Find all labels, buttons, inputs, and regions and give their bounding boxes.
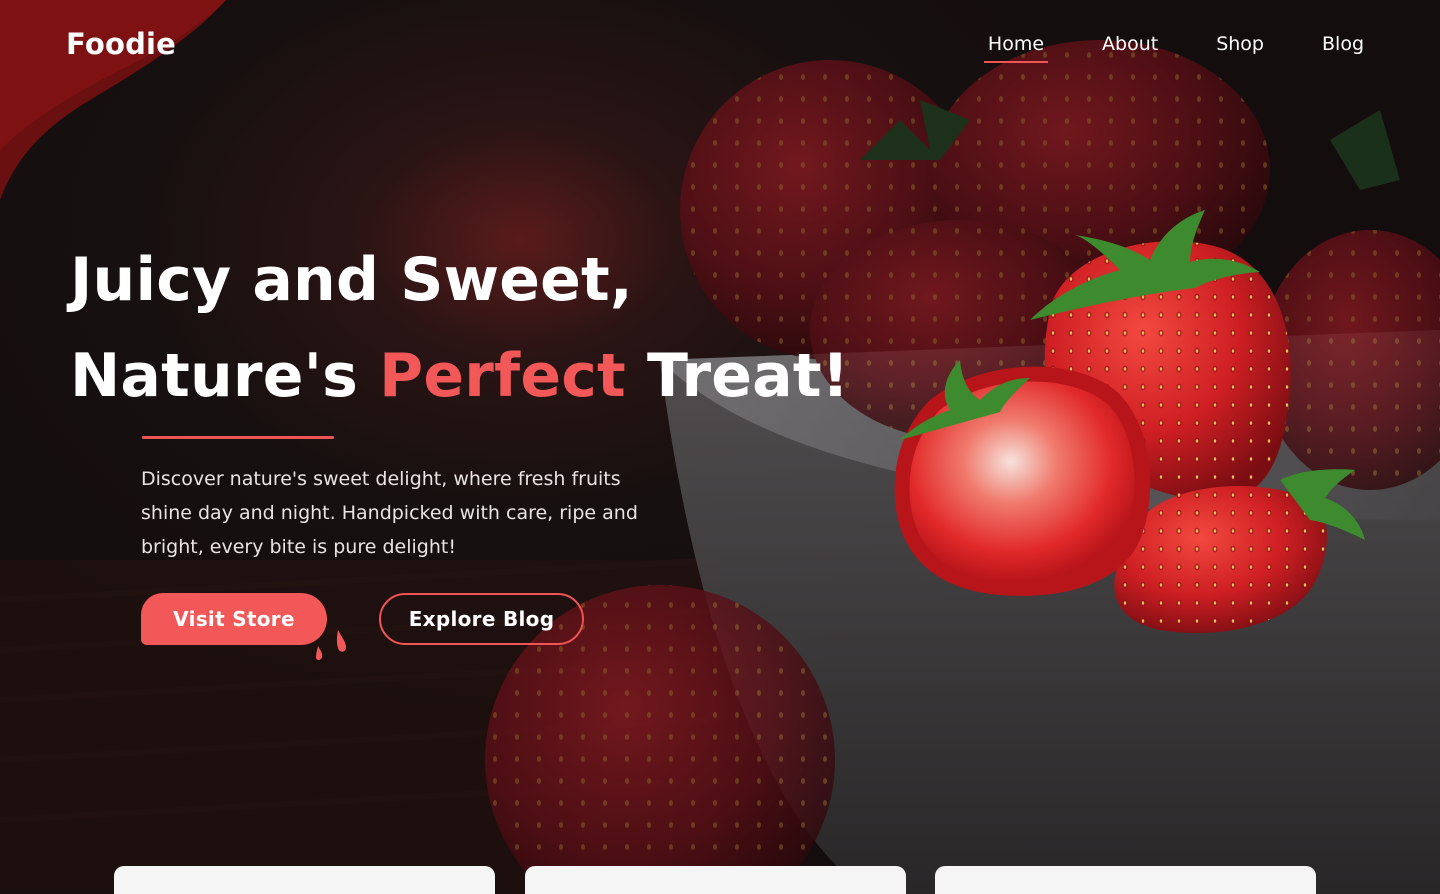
hero-headline: Juicy and Sweet, Nature's Perfect Treat! [70,232,849,424]
top-navigation: Foodie Home About Shop Blog [0,0,1440,92]
nav-link-home[interactable]: Home [983,33,1049,63]
hero-description: Discover nature's sweet delight, where f… [141,468,638,558]
drip-decoration [316,630,346,660]
feature-card-3[interactable] [935,866,1316,894]
nav-link-shop[interactable]: Shop [1212,33,1268,63]
nav-link-about[interactable]: About [1098,33,1162,63]
nav-link-blog[interactable]: Blog [1318,33,1368,63]
feature-card-2[interactable] [525,866,906,894]
visit-store-button[interactable]: Visit Store [141,593,327,645]
explore-blog-button[interactable]: Explore Blog [379,593,584,645]
nav-links: Home About Shop Blog [983,33,1368,63]
headline-line-1: Juicy and Sweet, [70,245,633,315]
landing-page: Foodie Home About Shop Blog Juicy and Sw… [0,0,1440,894]
brand-logo[interactable]: Foodie [66,27,176,61]
headline-line-2-suffix: Treat! [625,341,850,411]
feature-card-1[interactable] [114,866,495,894]
strawberry-bowl-image [0,40,1440,894]
headline-accent-word: Perfect [379,341,626,411]
headline-line-2-prefix: Nature's [70,341,380,411]
headline-divider [142,436,334,439]
